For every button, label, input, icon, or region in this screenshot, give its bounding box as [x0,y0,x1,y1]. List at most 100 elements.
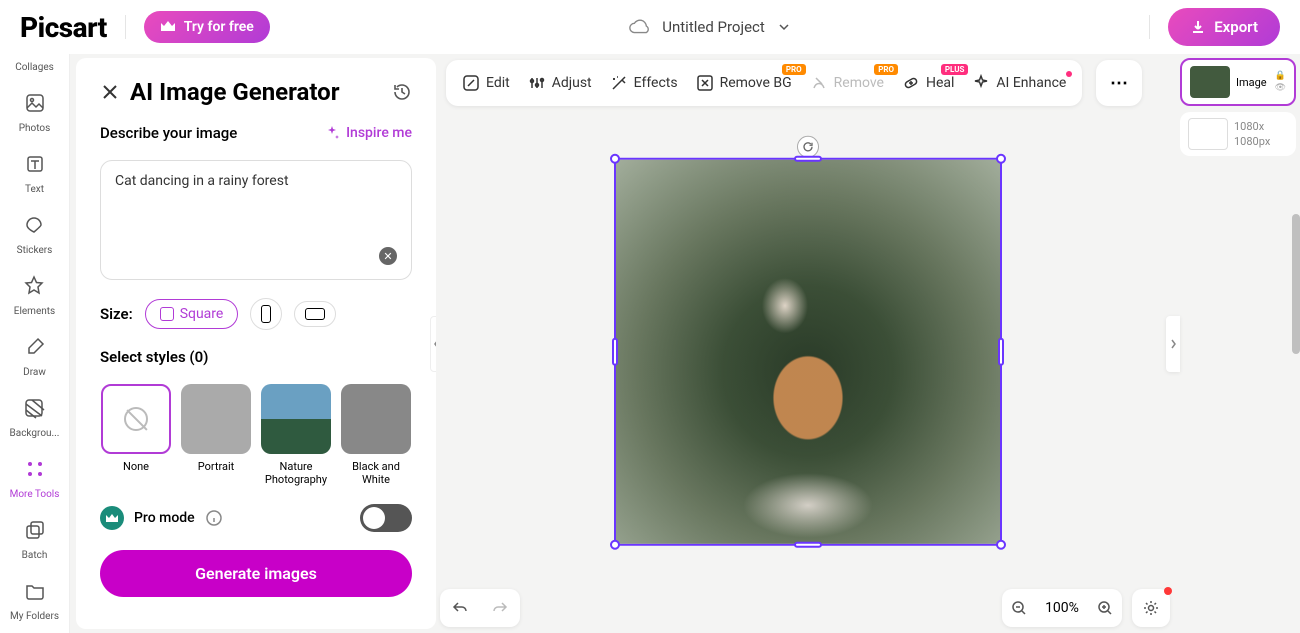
undo-redo-box [440,589,520,627]
rail-more-tools[interactable]: More Tools [10,453,60,500]
style-none[interactable]: None [100,384,172,486]
tb-ai-enhance[interactable]: AI Enhance [972,74,1066,92]
prompt-input[interactable] [115,173,397,253]
tb-edit[interactable]: Edit [462,74,510,92]
divider [125,15,126,39]
generated-image[interactable] [616,159,1000,543]
size-portrait[interactable] [250,298,282,330]
pro-badge: PRO [782,64,806,75]
rail-stickers[interactable]: Stickers [17,209,53,256]
canvas-area[interactable]: Edit Adjust Effects Remove BG PRO Remove… [436,54,1180,633]
tb-effects[interactable]: Effects [610,74,678,92]
export-button[interactable]: Export [1168,8,1280,46]
describe-label: Describe your image [100,124,237,142]
project-name: Untitled Project [662,18,765,36]
tb-remove-bg[interactable]: Remove BG PRO [696,74,792,92]
zoom-controls: 100% [1002,589,1122,627]
rail-background[interactable]: Backgrou... [10,392,60,439]
resize-handle-t[interactable] [794,155,822,161]
tb-heal[interactable]: Heal PLUS [902,74,954,92]
project-name-area[interactable]: Untitled Project [628,16,791,38]
redo-icon[interactable] [491,599,509,617]
pro-mode-label: Pro mode [134,510,195,526]
layers-panel: Image 🔒 👁 1080x 1080px [1180,58,1296,629]
tb-more[interactable]: ⋯ [1096,60,1142,106]
rail-my-folders[interactable]: My Folders [10,575,59,622]
logo[interactable]: Picsart [20,11,107,44]
text-icon [19,148,51,180]
style-nature[interactable]: Nature Photography [260,384,332,486]
resize-handle-tr[interactable] [996,153,1006,163]
download-icon [1190,19,1206,35]
square-icon [160,307,174,321]
info-icon[interactable] [205,509,223,527]
right-panel-toggle[interactable] [1166,316,1180,372]
background-icon [18,392,50,424]
canvas-selection[interactable] [614,157,1002,545]
layer-thumbnail [1188,118,1228,150]
regenerate-icon[interactable] [797,135,819,157]
rail-photos[interactable]: Photos [19,87,51,134]
generate-button[interactable]: Generate images [100,550,412,597]
style-bw[interactable]: Black and White [340,384,412,486]
clear-input-icon[interactable]: ✕ [379,247,397,265]
size-square[interactable]: Square [145,299,239,329]
lock-icon[interactable]: 🔒 [1275,71,1286,81]
rail-batch[interactable]: Batch [19,514,51,561]
none-icon [124,407,148,431]
landscape-icon [305,308,325,320]
rail-collages[interactable]: Collages [15,62,54,73]
size-landscape[interactable] [294,301,336,327]
pro-badge: PRO [874,64,898,75]
eye-icon[interactable]: 👁 [1275,83,1286,93]
rail-text[interactable]: Text [19,148,51,195]
styles-label: Select styles (0) [100,348,412,366]
zoom-out-icon[interactable] [1011,600,1027,616]
divider [1149,15,1150,39]
scrollbar-thumb[interactable] [1292,214,1300,354]
resize-handle-r[interactable] [998,337,1004,365]
resize-handle-l[interactable] [612,337,618,365]
app-header: Picsart Try for free Untitled Project Ex… [0,0,1300,54]
batch-icon [19,514,51,546]
style-portrait[interactable]: Portrait [180,384,252,486]
layer-canvas[interactable]: 1080x 1080px [1180,112,1296,156]
tb-remove[interactable]: Remove PRO [810,74,884,92]
layer-dims1: 1080x [1234,120,1270,133]
grid-icon [19,453,51,485]
crown-icon [100,506,124,530]
layer-thumbnail [1190,66,1230,98]
pro-mode-toggle[interactable] [360,504,412,532]
rail-elements[interactable]: Elements [14,270,55,317]
sparkle-icon [324,125,340,141]
zoom-value[interactable]: 100% [1045,600,1079,616]
panel-title: AI Image Generator [130,78,382,106]
prompt-input-container: ✕ [100,160,412,280]
photo-icon [19,87,51,119]
settings-button[interactable] [1132,589,1170,627]
rail-draw[interactable]: Draw [19,331,51,378]
undo-icon[interactable] [451,599,469,617]
resize-handle-br[interactable] [996,539,1006,549]
try-for-free-button[interactable]: Try for free [144,11,270,43]
resize-handle-b[interactable] [794,541,822,547]
tb-adjust[interactable]: Adjust [528,74,592,92]
sticker-icon [18,209,50,241]
resize-handle-tl[interactable] [610,153,620,163]
tool-rail: Collages Photos Text Stickers Elements D… [0,54,70,633]
portrait-icon [261,305,271,323]
inspire-me-button[interactable]: Inspire me [324,125,412,141]
star-icon [18,270,50,302]
chevron-down-icon[interactable] [777,20,791,34]
folder-icon [19,575,51,607]
layer-image[interactable]: Image 🔒 👁 [1180,58,1296,106]
notification-dot-icon [1164,587,1172,595]
history-icon[interactable] [392,82,412,102]
crown-icon [160,20,176,34]
brush-icon [19,331,51,363]
close-icon[interactable] [100,82,120,102]
resize-handle-bl[interactable] [610,539,620,549]
zoom-in-icon[interactable] [1097,600,1113,616]
layer-label: Image [1236,76,1267,89]
layer-dims2: 1080px [1234,135,1270,148]
